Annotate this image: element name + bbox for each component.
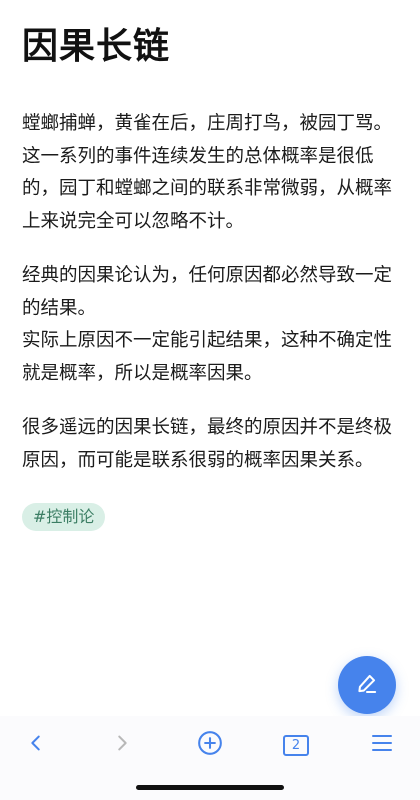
tab-count-icon: 2 <box>283 734 309 756</box>
edit-fab-button[interactable] <box>338 656 396 714</box>
plus-circle-icon <box>197 730 223 760</box>
tag-chip[interactable]: #控制论 <box>22 503 106 531</box>
forward-button[interactable] <box>100 728 144 762</box>
paragraph-2: 经典的因果论认为，任何原因都必然导致一定的结果。 实际上原因不一定能引起结果，这… <box>22 265 393 384</box>
tabs-button[interactable]: 2 <box>274 728 318 762</box>
menu-button[interactable] <box>360 728 404 762</box>
note-body: 螳螂捕蝉，黄雀在后，庄周打鸟，被园丁骂。这一系列的事件连续发生的总体概率是很低的… <box>22 108 398 531</box>
hamburger-menu-icon <box>371 733 393 757</box>
pencil-icon <box>354 670 380 700</box>
add-button[interactable] <box>188 728 232 762</box>
home-indicator[interactable] <box>136 785 284 790</box>
back-button[interactable] <box>14 728 58 762</box>
tab-count: 2 <box>291 737 301 753</box>
paragraph-3: 很多遥远的因果长链，最终的原因并不是终极原因，而可能是联系很弱的概率因果关系。 <box>22 417 393 471</box>
chevron-right-icon <box>111 732 133 758</box>
paragraph-1: 螳螂捕蝉，黄雀在后，庄周打鸟，被园丁骂。这一系列的事件连续发生的总体概率是很低的… <box>22 113 393 232</box>
note-title: 因果长链 <box>22 26 171 67</box>
chevron-left-icon <box>25 732 47 758</box>
